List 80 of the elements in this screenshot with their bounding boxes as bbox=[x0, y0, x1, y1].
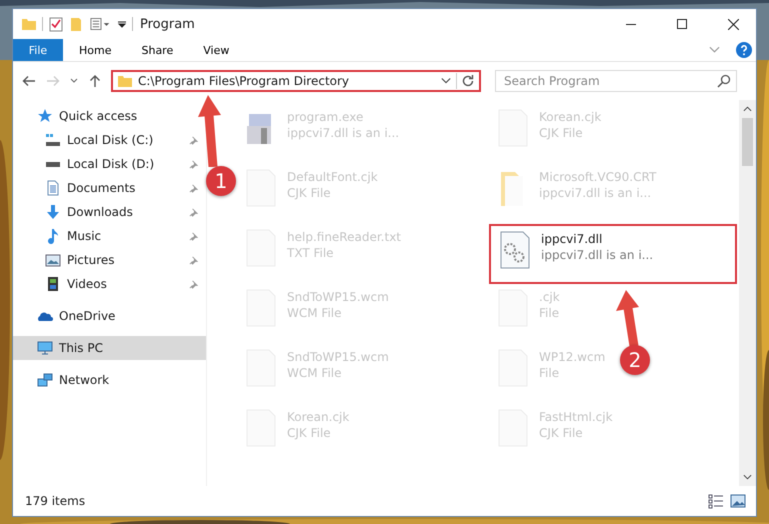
details-view-icon[interactable] bbox=[708, 493, 724, 509]
file-name: .cjk bbox=[539, 290, 560, 304]
pin-icon[interactable] bbox=[189, 208, 198, 216]
file-name: FastHtml.cjk bbox=[539, 410, 613, 424]
pin-icon[interactable] bbox=[189, 232, 198, 240]
file-description: CJK File bbox=[287, 186, 332, 200]
ribbon-tab[interactable]: Home bbox=[65, 39, 126, 61]
item-count: 179 items bbox=[25, 494, 86, 508]
document-icon bbox=[45, 180, 61, 196]
sidebar-item[interactable]: Local Disk (D:) bbox=[13, 152, 206, 176]
large-icons-view-icon[interactable] bbox=[730, 493, 746, 509]
file-name: SndToWP15.wcm bbox=[287, 290, 389, 304]
scroll-down-icon[interactable] bbox=[743, 474, 752, 480]
address-bar[interactable]: C:\Program Files\Program Directory bbox=[111, 70, 481, 92]
sidebar-item[interactable]: Downloads bbox=[13, 200, 206, 224]
file-description: ippcvi7.dll is an i... bbox=[287, 126, 400, 140]
window-title: Program bbox=[140, 16, 195, 32]
pin-icon[interactable] bbox=[189, 280, 198, 288]
sidebar-item[interactable]: This PC bbox=[13, 336, 206, 360]
file-description: WCM File bbox=[287, 306, 342, 320]
recent-locations-icon[interactable] bbox=[69, 77, 79, 85]
pin-icon[interactable] bbox=[189, 256, 198, 264]
file-description: TXT File bbox=[287, 246, 335, 260]
scroll-thumb[interactable] bbox=[742, 118, 753, 166]
file-description: File bbox=[539, 306, 560, 320]
drive-icon bbox=[45, 160, 61, 168]
file-name: Korean.cjk bbox=[539, 110, 602, 124]
pictures-icon bbox=[45, 252, 61, 268]
film-icon bbox=[45, 276, 61, 292]
scroll-up-icon[interactable] bbox=[743, 106, 752, 112]
search-field[interactable]: Search Program bbox=[495, 70, 737, 92]
folder-icon bbox=[117, 73, 133, 89]
drive-icon bbox=[45, 132, 61, 148]
search-icon bbox=[716, 73, 732, 89]
file-item[interactable]: ippcvi7.dll ippcvi7.dll is an i... bbox=[489, 224, 737, 284]
sidebar-item[interactable]: Videos bbox=[13, 272, 206, 296]
dropdown-icon[interactable] bbox=[441, 77, 451, 85]
help-icon[interactable] bbox=[736, 42, 752, 58]
properties-icon[interactable] bbox=[48, 16, 64, 32]
file-name: DefaultFont.cjk bbox=[287, 170, 378, 184]
sidebar-item[interactable]: Pictures bbox=[13, 248, 206, 272]
sidebar-item[interactable]: Documents bbox=[13, 176, 206, 200]
network-icon bbox=[37, 372, 53, 388]
pin-icon[interactable] bbox=[189, 184, 198, 192]
pin-icon[interactable] bbox=[189, 160, 198, 168]
arrow bbox=[196, 95, 224, 167]
file-description: CJK File bbox=[539, 126, 584, 140]
maximize-icon bbox=[677, 19, 687, 29]
file-description: WCM File bbox=[287, 366, 342, 380]
file-name: Microsoft.VC90.CRT bbox=[539, 170, 656, 184]
customize-toolbar-icon[interactable] bbox=[117, 19, 127, 29]
file-description: ippcvi7.dll is an i... bbox=[539, 186, 652, 200]
music-note-icon bbox=[45, 228, 61, 244]
file-description: File bbox=[539, 366, 560, 380]
file-name: help.fineReader.txt bbox=[287, 230, 401, 244]
scrollbar[interactable] bbox=[739, 100, 756, 486]
pin-icon[interactable] bbox=[189, 136, 198, 144]
file-description: CJK File bbox=[539, 426, 584, 440]
file-name: Korean.cjk bbox=[287, 410, 350, 424]
file-name: program.exe bbox=[287, 110, 364, 124]
download-icon bbox=[45, 204, 61, 220]
sidebar-item[interactable]: Music bbox=[13, 224, 206, 248]
sidebar-item[interactable]: OneDrive bbox=[13, 304, 206, 328]
expand-ribbon-icon[interactable] bbox=[709, 46, 720, 54]
file-description: CJK File bbox=[287, 426, 332, 440]
sidebar-item[interactable]: Local Disk (C:) bbox=[13, 128, 206, 152]
sidebar-item[interactable]: Network bbox=[13, 368, 206, 392]
ribbon-tab[interactable]: View bbox=[189, 39, 244, 61]
file-tab[interactable]: File bbox=[13, 39, 63, 61]
ribbon-tab[interactable]: Share bbox=[127, 39, 188, 61]
star-icon bbox=[37, 108, 53, 124]
view-options-icon[interactable] bbox=[90, 16, 112, 32]
file-name: SndToWP15.wcm bbox=[287, 350, 389, 364]
file-name: WP12.wcm bbox=[539, 350, 606, 364]
file-name: ippcvi7.dll bbox=[541, 232, 604, 246]
computer-icon bbox=[37, 340, 53, 356]
address-path: C:\Program Files\Program Directory bbox=[138, 74, 350, 88]
file-description: ippcvi7.dll is an i... bbox=[541, 248, 654, 262]
close-icon bbox=[728, 18, 738, 30]
sidebar-item[interactable]: Quick access bbox=[13, 104, 206, 128]
